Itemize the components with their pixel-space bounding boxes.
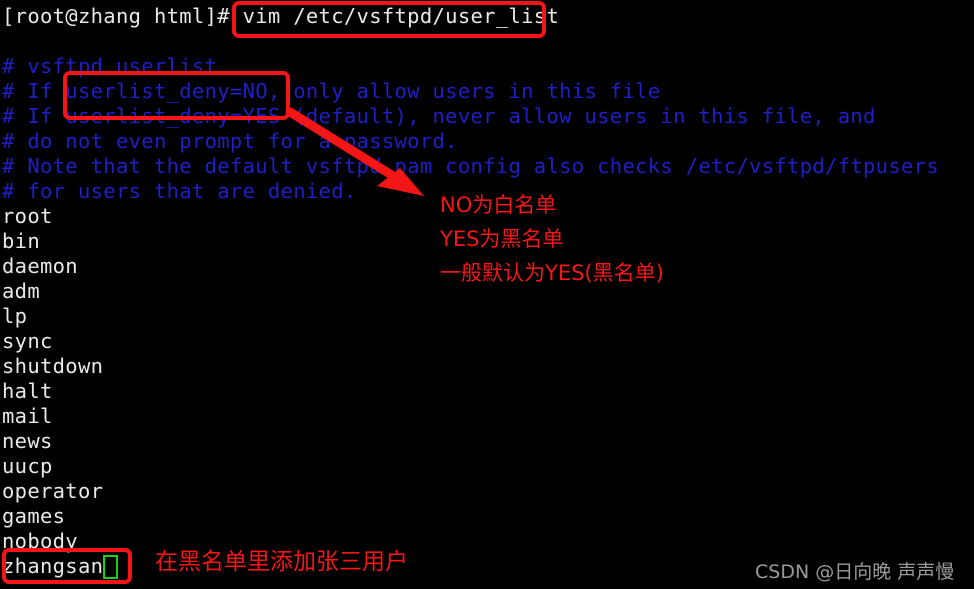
annotation-note-line-3: 一般默认为YES(黑名单)	[440, 261, 664, 285]
user-entry-halt: halt	[2, 379, 53, 403]
user-entry-news: news	[2, 429, 53, 453]
vim-comment-line-2: # If userlist_deny=NO, only allow users …	[2, 79, 661, 103]
user-entry-sync: sync	[2, 329, 53, 353]
csdn-watermark: CSDN @日向晚 声声慢	[755, 561, 955, 583]
user-entry-uucp: uucp	[2, 454, 53, 478]
annotation-note-line-1: NO为白名单	[440, 193, 557, 217]
shell-prompt-line: [root@zhang html]# vim /etc/vsftpd/user_…	[2, 4, 560, 28]
user-entry-mail: mail	[2, 404, 53, 428]
user-entry-nobody: nobody	[2, 529, 78, 553]
user-entry-root: root	[2, 204, 53, 228]
user-entry-lp: lp	[2, 304, 28, 328]
user-entry-adm: adm	[2, 279, 40, 303]
vim-comment-line-4: # do not even prompt for a password.	[2, 129, 458, 153]
terminal-screen: [root@zhang html]# vim /etc/vsftpd/user_…	[0, 0, 974, 589]
vim-comment-line-1: # vsftpd userlist	[2, 54, 218, 78]
annotation-note-line-2: YES为黑名单	[440, 227, 564, 251]
user-entry-operator: operator	[2, 479, 104, 503]
user-entry-daemon: daemon	[2, 254, 78, 278]
user-entry-shutdown: shutdown	[2, 354, 104, 378]
user-entry-bin: bin	[2, 229, 40, 253]
user-entry-zhangsan: zhangsan	[2, 554, 104, 578]
annotation-bottom-note: 在黑名单里添加张三用户	[155, 549, 408, 575]
vim-block-cursor	[103, 555, 118, 579]
vim-comment-line-5: # Note that the default vsftpd pam confi…	[2, 154, 939, 178]
vim-comment-line-3: # If userlist_deny=YES (default), never …	[2, 104, 876, 128]
vim-comment-line-6: # for users that are denied.	[2, 179, 357, 203]
user-entry-games: games	[2, 504, 66, 528]
vim-empty-line-tilde: ~	[4, 580, 16, 589]
